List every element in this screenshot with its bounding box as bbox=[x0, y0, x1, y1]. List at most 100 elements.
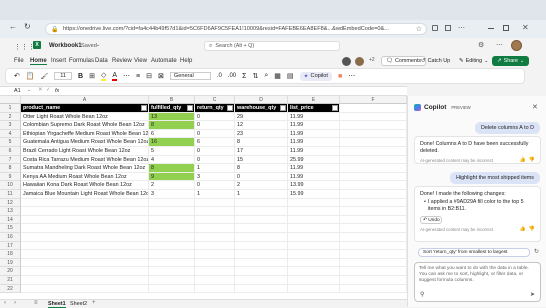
paste-icon[interactable]: 📋 bbox=[26, 72, 35, 80]
font-size-select[interactable]: 11 bbox=[54, 72, 73, 80]
star-icon[interactable]: ☆ bbox=[416, 25, 422, 33]
empty-cell[interactable] bbox=[21, 207, 149, 216]
row-header[interactable]: 19 bbox=[0, 258, 21, 268]
empty-cell[interactable] bbox=[149, 284, 195, 294]
table-cell[interactable]: 1 bbox=[195, 190, 235, 199]
table-cell[interactable]: 2 bbox=[149, 181, 195, 190]
row-header[interactable]: 21 bbox=[0, 276, 21, 285]
empty-cell[interactable] bbox=[195, 207, 235, 216]
empty-cell[interactable] bbox=[235, 224, 288, 233]
font-color-icon[interactable]: A bbox=[112, 72, 118, 81]
empty-cell[interactable] bbox=[21, 267, 149, 276]
empty-cell[interactable] bbox=[340, 164, 407, 173]
empty-cell[interactable] bbox=[235, 241, 288, 251]
table-cell[interactable]: 3 bbox=[149, 190, 195, 199]
empty-cell[interactable] bbox=[195, 250, 235, 259]
cancel-icon[interactable]: ✕ bbox=[38, 87, 43, 93]
empty-cell[interactable] bbox=[340, 155, 407, 165]
empty-cell[interactable] bbox=[195, 267, 235, 276]
empty-cell[interactable] bbox=[340, 215, 407, 225]
filter-dropdown-icon[interactable] bbox=[280, 105, 286, 111]
empty-cell[interactable] bbox=[235, 284, 288, 294]
empty-cell[interactable] bbox=[235, 250, 288, 259]
table-cell[interactable]: 23 bbox=[235, 129, 288, 139]
empty-cell[interactable] bbox=[21, 250, 149, 259]
row-header[interactable]: 1 bbox=[0, 104, 21, 113]
empty-cell[interactable] bbox=[21, 233, 149, 242]
app-launcher-icon[interactable]: ⋮⋮⋮ bbox=[14, 43, 35, 51]
table-cell[interactable]: Guatemala Antigua Medium Roast Whole Bea… bbox=[21, 138, 149, 147]
row-header[interactable]: 20 bbox=[0, 267, 21, 276]
tab-home[interactable]: Home bbox=[30, 58, 47, 65]
empty-cell[interactable] bbox=[235, 233, 288, 242]
column-header-f[interactable]: F bbox=[340, 96, 407, 104]
table-cell[interactable]: Brazil Cerrado Light Roast Whole Bean 12… bbox=[21, 147, 149, 156]
decrease-decimal-icon[interactable]: .00 bbox=[228, 73, 236, 79]
table-cell[interactable]: Jamaica Blue Mountain Light Roast Whole … bbox=[21, 190, 149, 199]
table-cell[interactable]: 0 bbox=[195, 121, 235, 130]
name-box-chevron-icon[interactable]: ⌄ bbox=[27, 87, 31, 93]
tab-review[interactable]: Review bbox=[112, 58, 132, 64]
more-icon[interactable]: ⋯ bbox=[348, 72, 355, 80]
thumbs-up-icon[interactable]: 👍 bbox=[520, 226, 526, 233]
align-icon[interactable]: ≡ bbox=[136, 73, 140, 80]
editing-button[interactable]: ✎ Editing ⌄ bbox=[456, 56, 491, 66]
table-cell[interactable]: 11.99 bbox=[288, 112, 340, 122]
empty-cell[interactable] bbox=[21, 258, 149, 268]
empty-cell[interactable] bbox=[340, 112, 407, 122]
row-header[interactable]: 6 bbox=[0, 147, 21, 156]
empty-cell[interactable] bbox=[195, 284, 235, 294]
fill-color-icon[interactable]: ◇ bbox=[100, 71, 107, 81]
empty-cell[interactable] bbox=[149, 267, 195, 276]
attach-icon[interactable]: ⚲ bbox=[420, 291, 424, 298]
empty-cell[interactable] bbox=[340, 147, 407, 156]
table-cell[interactable]: 13 bbox=[149, 112, 195, 122]
thumbs-down-icon[interactable]: 👎 bbox=[529, 226, 535, 233]
row-header[interactable]: 15 bbox=[0, 224, 21, 233]
table-cell[interactable]: 6 bbox=[195, 138, 235, 147]
settings-icon[interactable]: ⚙ bbox=[478, 41, 484, 49]
tab-data[interactable]: Data bbox=[95, 58, 108, 64]
row-header[interactable]: 5 bbox=[0, 138, 21, 147]
thumbs-up-icon[interactable]: 👍 bbox=[520, 157, 526, 164]
empty-cell[interactable] bbox=[340, 138, 407, 147]
empty-cell[interactable] bbox=[21, 276, 149, 285]
empty-cell[interactable] bbox=[235, 267, 288, 276]
row-header[interactable]: 18 bbox=[0, 250, 21, 259]
catch-up-button[interactable]: ↺ Catch Up bbox=[418, 56, 453, 66]
back-icon[interactable]: ← bbox=[9, 22, 17, 31]
merge-icon[interactable]: ⊠ bbox=[158, 72, 164, 80]
table-cell[interactable]: 11.99 bbox=[288, 121, 340, 130]
table-cell[interactable]: 12 bbox=[235, 121, 288, 130]
more-icon[interactable]: ⋯ bbox=[123, 72, 130, 80]
empty-cell[interactable] bbox=[21, 241, 149, 251]
number-format-select[interactable]: General bbox=[169, 72, 211, 80]
empty-cell[interactable] bbox=[235, 258, 288, 268]
refresh-icon[interactable]: ↻ bbox=[24, 22, 31, 31]
close-icon[interactable]: ✕ bbox=[522, 23, 529, 32]
row-header[interactable]: 11 bbox=[0, 190, 21, 199]
table-cell[interactable]: 11.99 bbox=[288, 164, 340, 173]
empty-cell[interactable] bbox=[149, 233, 195, 242]
empty-cell[interactable] bbox=[149, 207, 195, 216]
table-cell[interactable]: 5 bbox=[149, 147, 195, 156]
empty-cell[interactable] bbox=[149, 250, 195, 259]
address-bar[interactable]: 🔒 https://onedrive.live.com/?cid=fa4c44b… bbox=[45, 23, 427, 35]
empty-cell[interactable] bbox=[149, 276, 195, 285]
thumbs-down-icon[interactable]: 👎 bbox=[529, 157, 535, 164]
table-cell[interactable]: 4 bbox=[149, 155, 195, 165]
table-cell[interactable]: Otter Light Roast Whole Bean 12oz bbox=[21, 112, 149, 122]
empty-cell[interactable] bbox=[340, 198, 407, 208]
table-cell[interactable]: 11.99 bbox=[288, 147, 340, 156]
more-options-icon[interactable]: ⋯ bbox=[496, 41, 503, 49]
extension-icon[interactable] bbox=[432, 25, 438, 31]
borders-icon[interactable]: ⊞ bbox=[89, 72, 95, 80]
table-cell[interactable]: 0 bbox=[235, 172, 288, 182]
empty-cell[interactable] bbox=[195, 233, 235, 242]
tab-automate[interactable]: Automate bbox=[151, 58, 177, 64]
autosum-icon[interactable]: Σ bbox=[242, 73, 246, 80]
empty-cell[interactable] bbox=[288, 224, 340, 233]
filter-dropdown-icon[interactable] bbox=[187, 105, 193, 111]
empty-cell[interactable] bbox=[340, 267, 407, 276]
bold-icon[interactable]: B bbox=[78, 73, 83, 80]
